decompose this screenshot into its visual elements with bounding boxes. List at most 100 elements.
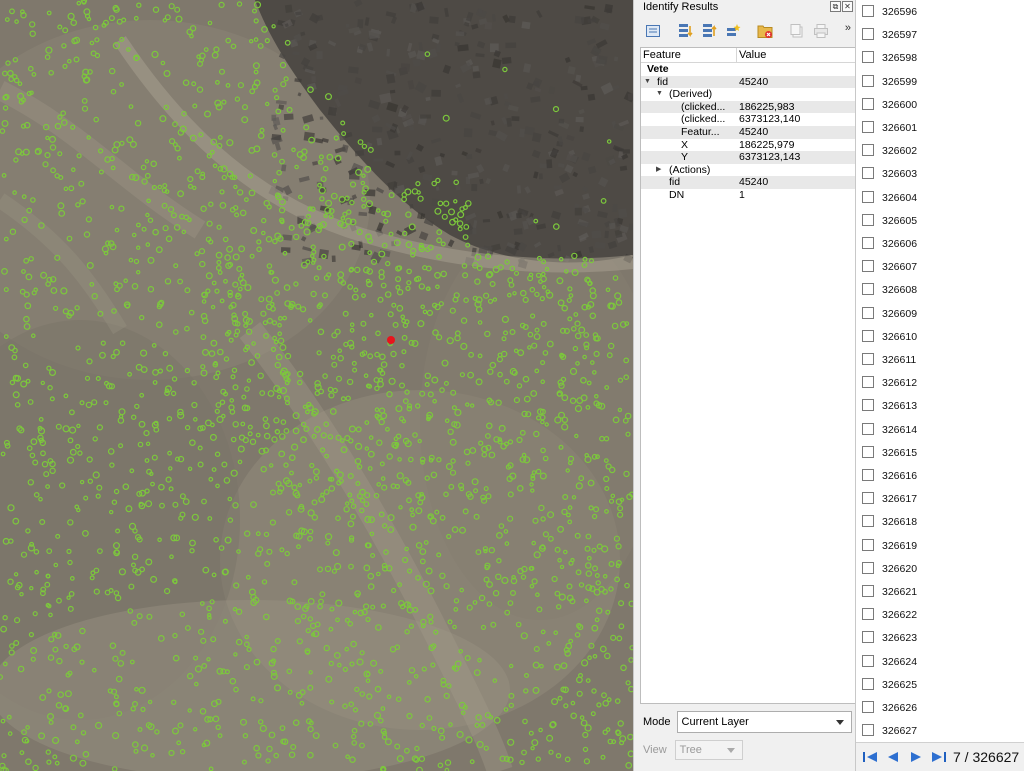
expand-tree-icon[interactable]	[642, 20, 664, 42]
checkbox[interactable]	[862, 608, 874, 621]
collapsed-arrow-icon[interactable]: ▶	[656, 164, 661, 177]
previous-page-icon[interactable]	[883, 747, 903, 767]
clear-results-icon[interactable]	[754, 20, 776, 42]
print-icon[interactable]	[810, 20, 832, 42]
list-item[interactable]: 326618	[856, 515, 1024, 538]
tree-row[interactable]: Featur... 45240	[641, 125, 855, 139]
checkbox[interactable]	[862, 237, 874, 249]
list-item[interactable]: 326600	[856, 97, 1024, 121]
list-item[interactable]: 326621	[856, 585, 1024, 608]
list-item[interactable]: 326613	[856, 399, 1024, 422]
checkbox[interactable]	[862, 329, 874, 342]
list-item[interactable]: 326598	[856, 51, 1024, 74]
checkbox[interactable]	[862, 97, 874, 110]
checkbox[interactable]	[862, 167, 874, 180]
tree-row[interactable]: (clicked... 6373123,140	[641, 113, 855, 126]
first-page-icon[interactable]	[860, 747, 880, 767]
mode-select[interactable]: Current Layer	[676, 711, 852, 733]
list-item[interactable]: 326617	[856, 492, 1024, 515]
list-item[interactable]: 326609	[856, 306, 1024, 330]
tree-row[interactable]: DN 1	[641, 189, 855, 202]
list-item[interactable]: 326607	[856, 260, 1024, 283]
toolbar-overflow-icon[interactable]: »	[845, 22, 851, 34]
checkbox[interactable]	[862, 585, 874, 597]
tree-row[interactable]: Y 6373123,143	[641, 151, 855, 164]
list-item[interactable]: 326602	[856, 144, 1024, 167]
float-panel-icon[interactable]: ⧉	[830, 1, 841, 12]
checkbox[interactable]	[862, 399, 874, 412]
checkbox[interactable]	[862, 5, 874, 17]
expanded-arrow-icon[interactable]: ▼	[644, 76, 651, 89]
tree-row[interactable]: ▼ fid 45240	[641, 75, 855, 89]
list-item[interactable]: 326622	[856, 608, 1024, 631]
checkbox[interactable]	[862, 654, 874, 667]
copy-feature-icon[interactable]	[786, 20, 808, 42]
checkbox[interactable]	[862, 28, 874, 41]
map-canvas[interactable]	[0, 0, 633, 771]
list-item[interactable]: 326603	[856, 167, 1024, 190]
checkbox[interactable]	[862, 260, 874, 273]
checkbox[interactable]	[862, 190, 874, 203]
checkbox[interactable]	[862, 51, 874, 64]
list-item[interactable]: 326624	[856, 654, 1024, 678]
checkbox[interactable]	[862, 306, 874, 319]
column-header-value[interactable]: Value	[737, 48, 766, 62]
checkbox[interactable]	[862, 701, 874, 713]
expand-new-icon[interactable]	[722, 20, 744, 42]
checkbox[interactable]	[862, 677, 874, 690]
next-page-icon[interactable]	[906, 747, 926, 767]
expanded-arrow-icon[interactable]: ▼	[640, 63, 641, 76]
list-item[interactable]: 326608	[856, 283, 1024, 306]
results-tree[interactable]: Feature Value ▼Vete▼fid45240▼(Derived)(c…	[640, 47, 856, 704]
column-header-feature[interactable]: Feature	[641, 48, 737, 62]
list-item[interactable]: 326620	[856, 561, 1024, 585]
tree-row[interactable]: ▼ (Derived)	[641, 88, 855, 101]
aerial-image[interactable]	[0, 0, 633, 771]
list-item[interactable]: 326611	[856, 353, 1024, 376]
list-item[interactable]: 326625	[856, 677, 1024, 701]
checkbox[interactable]	[862, 74, 874, 87]
checkbox[interactable]	[862, 376, 874, 389]
tree-row[interactable]: (clicked... 186225,983	[641, 100, 855, 114]
list-item[interactable]: 326619	[856, 538, 1024, 562]
expand-all-icon[interactable]	[674, 20, 696, 42]
checkbox[interactable]	[862, 445, 874, 458]
expanded-arrow-icon[interactable]: ▼	[656, 88, 663, 101]
last-page-icon[interactable]	[929, 747, 949, 767]
list-item[interactable]: 326623	[856, 631, 1024, 654]
tree-row[interactable]: ▼ Vete	[641, 63, 855, 76]
view-select[interactable]: Tree	[674, 740, 743, 760]
checkbox[interactable]	[862, 538, 874, 551]
list-item[interactable]: 326604	[856, 190, 1024, 214]
list-item[interactable]: 326612	[856, 376, 1024, 399]
list-item[interactable]: 326596	[856, 5, 1024, 28]
list-item[interactable]: 326597	[856, 28, 1024, 51]
checkbox[interactable]	[862, 213, 874, 226]
collapse-all-icon[interactable]	[698, 20, 720, 42]
close-icon[interactable]: ✕	[842, 1, 853, 12]
checkbox[interactable]	[862, 283, 874, 296]
list-item[interactable]: 326605	[856, 213, 1024, 237]
list-item[interactable]: 326601	[856, 121, 1024, 144]
list-item[interactable]: 326626	[856, 701, 1024, 724]
checkbox[interactable]	[862, 631, 874, 644]
tree-row[interactable]: fid 45240	[641, 176, 855, 189]
list-item[interactable]: 326627	[856, 724, 1024, 742]
checkbox[interactable]	[862, 121, 874, 133]
checkbox[interactable]	[862, 469, 874, 481]
list-item[interactable]: 326606	[856, 237, 1024, 260]
checkbox[interactable]	[862, 515, 874, 528]
tree-row[interactable]: ▶ (Actions)	[641, 164, 855, 177]
feature-id-list[interactable]: 326596 326597 326598 326599 326600 326601 3266…	[856, 0, 1024, 742]
checkbox[interactable]	[862, 144, 874, 157]
list-item[interactable]: 326616	[856, 469, 1024, 492]
checkbox[interactable]	[862, 724, 874, 737]
tree-row[interactable]: X 186225,979	[641, 139, 855, 152]
checkbox[interactable]	[862, 492, 874, 505]
list-item[interactable]: 326614	[856, 422, 1024, 446]
list-item[interactable]: 326615	[856, 445, 1024, 469]
list-item[interactable]: 326610	[856, 329, 1024, 353]
checkbox[interactable]	[862, 353, 874, 365]
checkbox[interactable]	[862, 422, 874, 435]
checkbox[interactable]	[862, 561, 874, 574]
